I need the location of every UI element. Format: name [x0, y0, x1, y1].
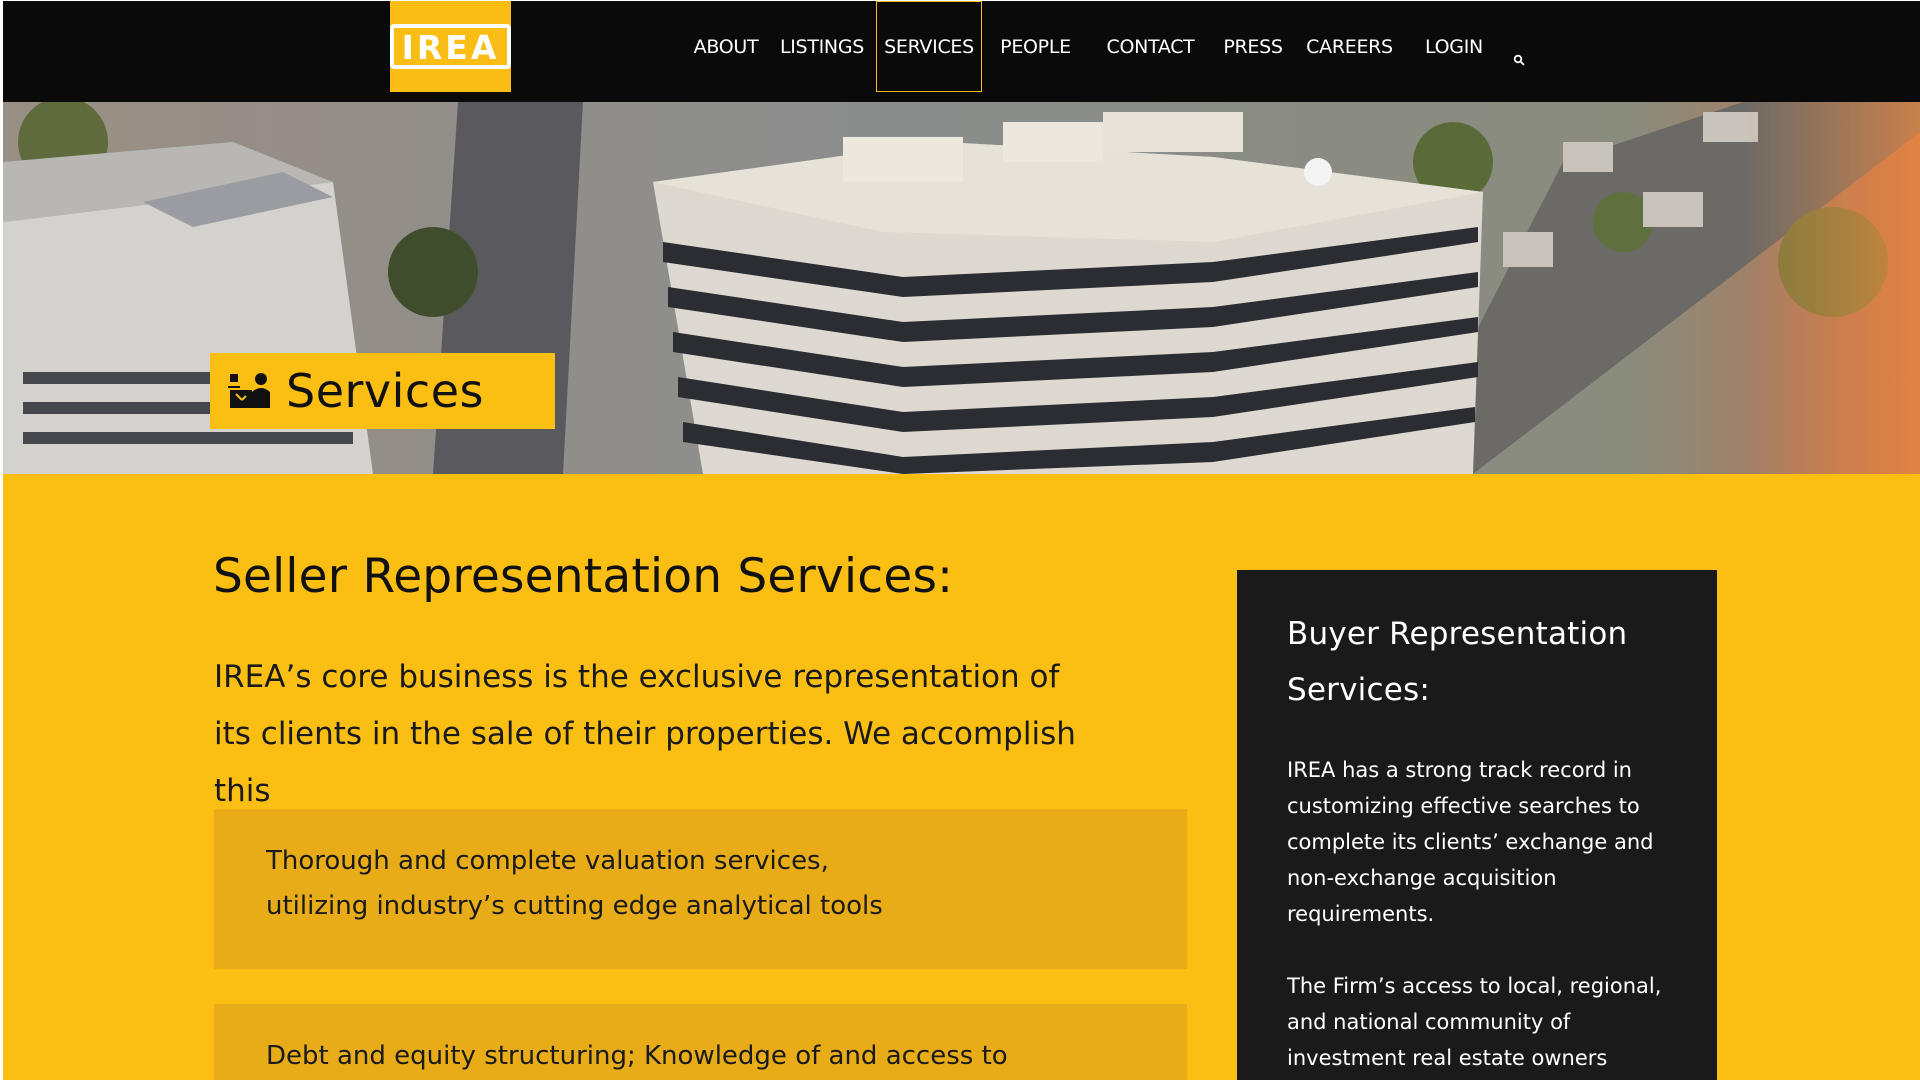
nav-item-services[interactable]: SERVICES: [876, 1, 982, 92]
nav-item-press[interactable]: PRESS: [1212, 1, 1294, 92]
page-frame: IREA ABOUT LISTINGS SERVICES PEOPLE CONT…: [3, 1, 1920, 1080]
search-icon[interactable]: [1513, 51, 1525, 70]
top-nav: IREA ABOUT LISTINGS SERVICES PEOPLE CONT…: [3, 1, 1920, 102]
logo[interactable]: IREA: [389, 1, 512, 92]
seller-intro: IREA’s core business is the exclusive re…: [214, 659, 1076, 809]
logo-text: IREA: [389, 24, 512, 69]
page-title: Services: [286, 364, 484, 418]
nav-item-login[interactable]: LOGIN: [1405, 1, 1503, 92]
nav-item-listings[interactable]: LISTINGS: [768, 1, 876, 92]
services-person-icon: [228, 372, 270, 410]
nav-item-people[interactable]: PEOPLE: [982, 1, 1089, 92]
hero-banner: Services: [3, 102, 1920, 474]
main-menu: ABOUT LISTINGS SERVICES PEOPLE CONTACT P…: [684, 1, 1503, 102]
nav-item-about[interactable]: ABOUT: [684, 1, 768, 92]
feature-text-line: Thorough and complete valuation services…: [266, 846, 829, 876]
buyer-paragraph: The Firm’s access to local, regional, an…: [1287, 974, 1662, 1070]
feature-text-line: utilizing industry’s cutting edge analyt…: [266, 891, 883, 921]
seller-heading: Seller Representation Services:: [213, 549, 954, 604]
feature-card: Debt and equity structuring; Knowledge o…: [214, 1004, 1187, 1080]
buyer-paragraph: IREA has a strong track record in custom…: [1287, 758, 1654, 926]
hero-title-badge: Services: [210, 353, 555, 429]
nav-item-contact[interactable]: CONTACT: [1089, 1, 1212, 92]
feature-text-line: Debt and equity structuring; Knowledge o…: [266, 1041, 1008, 1071]
feature-card: Thorough and complete valuation services…: [214, 809, 1187, 969]
buyer-heading: Buyer Representation Services:: [1287, 616, 1628, 708]
nav-item-careers[interactable]: CAREERS: [1294, 1, 1405, 92]
buyer-sidebar: Buyer Representation Services: IREA has …: [1237, 570, 1717, 1080]
